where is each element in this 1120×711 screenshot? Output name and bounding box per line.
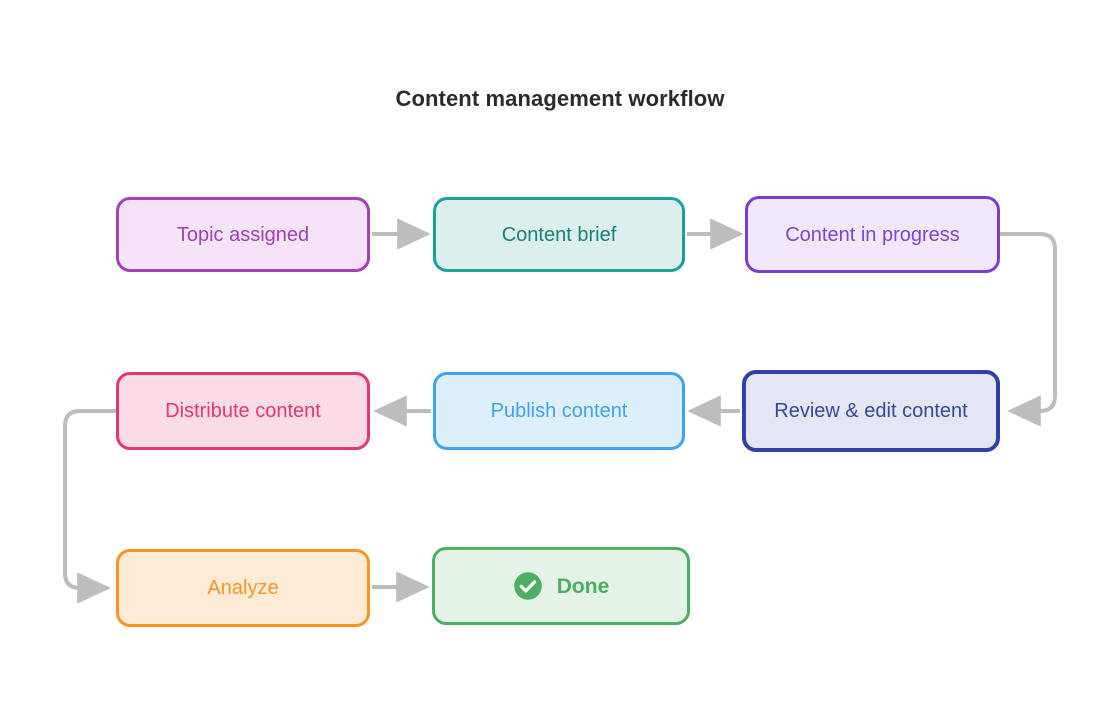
- node-label: Publish content: [490, 400, 628, 422]
- node-label: Review & edit content: [774, 400, 968, 422]
- node-review-edit-content[interactable]: Review & edit content: [742, 370, 1000, 452]
- edge-progress-to-review: [1000, 232, 1057, 427]
- node-label: Content in progress: [785, 223, 960, 246]
- node-distribute-content[interactable]: Distribute content: [116, 372, 370, 450]
- edge-distribute-to-analyze: [63, 409, 116, 604]
- node-label: Distribute content: [165, 400, 321, 422]
- page-title: Content management workflow: [395, 86, 725, 111]
- node-label: Done: [556, 574, 610, 598]
- node-analyze[interactable]: Analyze: [116, 549, 370, 627]
- flowchart-diagram: Content management workflow Topic assign…: [0, 0, 1120, 711]
- node-topic-assigned[interactable]: Topic assigned: [116, 197, 370, 272]
- node-label: Content brief: [501, 223, 617, 246]
- check-circle-icon: [514, 572, 542, 600]
- node-content-brief[interactable]: Content brief: [433, 197, 685, 272]
- node-done[interactable]: Done: [432, 547, 690, 625]
- node-label: Topic assigned: [176, 223, 310, 246]
- node-publish-content[interactable]: Publish content: [433, 372, 685, 450]
- node-content-in-progress[interactable]: Content in progress: [745, 196, 1000, 273]
- node-label: Analyze: [207, 577, 279, 599]
